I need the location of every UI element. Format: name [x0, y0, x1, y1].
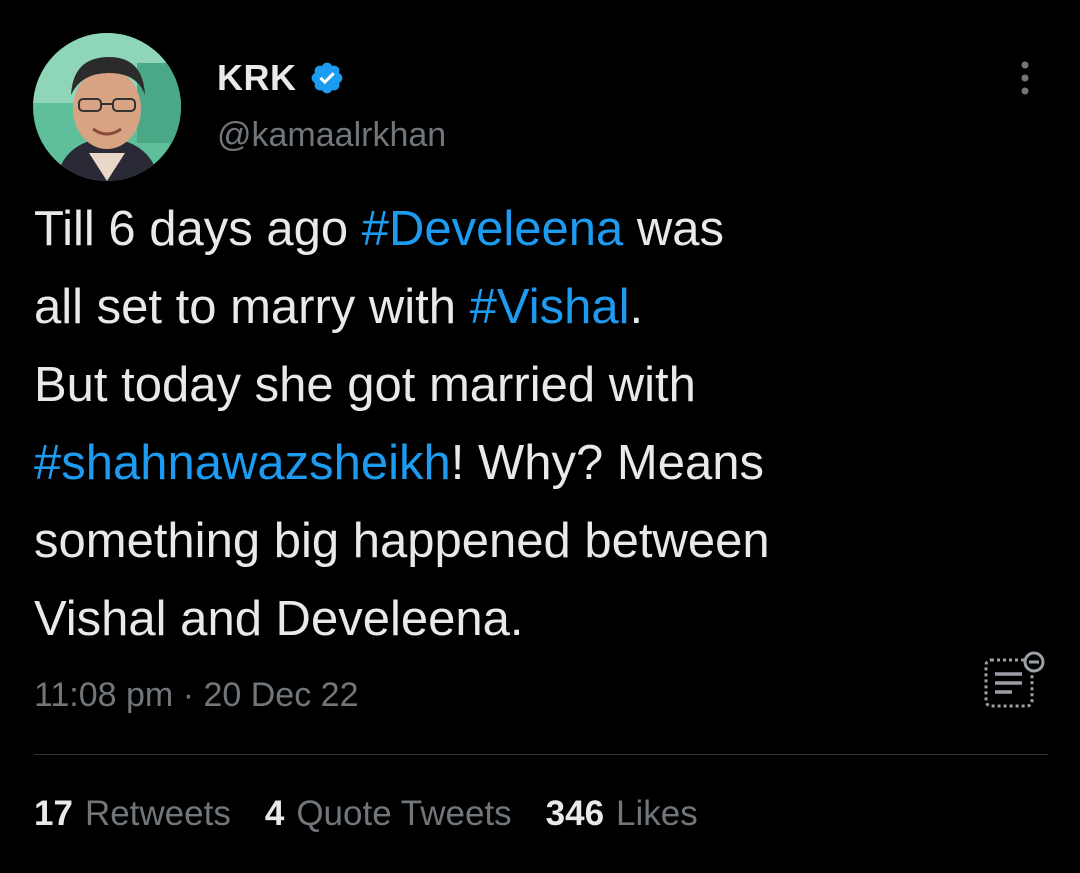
verified-badge-icon — [309, 60, 345, 96]
hashtag-link[interactable]: #Develeena — [362, 202, 624, 256]
hashtag-link[interactable]: #Vishal — [470, 280, 630, 334]
tweet-date: 20 Dec 22 — [203, 676, 359, 714]
tweet-time: 11:08 pm — [34, 676, 174, 714]
engagement-stats: 17 Retweets 4 Quote Tweets 346 Likes — [34, 794, 732, 834]
retweets-label: Retweets — [84, 794, 231, 833]
tweet-timestamp[interactable]: 11:08 pm · 20 Dec 22 — [34, 676, 358, 715]
retweets-stat[interactable]: 17 Retweets — [34, 794, 231, 834]
quote-tweets-label: Quote Tweets — [296, 794, 512, 833]
avatar[interactable] — [33, 33, 181, 181]
likes-stat[interactable]: 346 Likes — [546, 794, 698, 834]
author-handle[interactable]: @kamaalrkhan — [217, 116, 446, 155]
author-name[interactable]: KRK — [217, 57, 297, 99]
author-row: KRK — [217, 56, 345, 100]
hashtag-link[interactable]: #shahnawazsheikh — [34, 436, 451, 490]
likes-count: 346 — [545, 794, 605, 833]
meta-separator: · — [182, 676, 195, 714]
tweet-text-segment: Till 6 days ago — [34, 202, 362, 256]
tweet-card: KRK @kamaalrkhan Till 6 days ago #Devele… — [0, 0, 1080, 873]
likes-label: Likes — [616, 794, 698, 833]
retweets-count: 17 — [34, 794, 73, 833]
more-options-icon[interactable] — [1010, 58, 1040, 98]
quote-tweets-stat[interactable]: 4 Quote Tweets — [265, 794, 512, 834]
analytics-icon[interactable] — [982, 650, 1046, 714]
tweet-text: Till 6 days ago #Develeena was all set t… — [34, 190, 1044, 658]
quote-tweets-count: 4 — [264, 794, 285, 833]
divider — [34, 754, 1048, 755]
